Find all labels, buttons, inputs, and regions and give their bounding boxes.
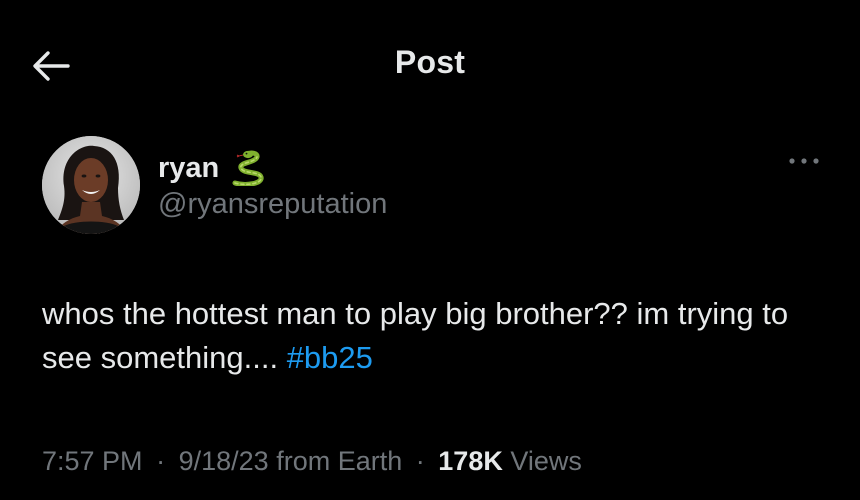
meta-separator: · (415, 446, 425, 476)
user-handle[interactable]: @ryansreputation (158, 188, 387, 221)
post-header: Post (0, 0, 860, 130)
hashtag-link[interactable]: #bb25 (287, 340, 373, 375)
more-options-button[interactable] (782, 146, 826, 176)
snake-emoji-icon (229, 150, 267, 187)
display-name[interactable]: ryan (158, 152, 219, 185)
views-count[interactable]: 178K (438, 446, 503, 476)
profile-photo (42, 136, 140, 234)
avatar[interactable] (42, 136, 140, 234)
views-label: Views (510, 446, 582, 476)
author-block: ryan @ryansreputation (42, 136, 822, 236)
tweet-metadata: 7:57 PM · 9/18/23 from Earth · 178K View… (42, 446, 582, 477)
page-title: Post (394, 44, 466, 80)
post-time[interactable]: 7:57 PM (42, 446, 143, 476)
ellipsis-icon (789, 158, 819, 164)
meta-separator: · (156, 446, 166, 476)
display-name-row: ryan (158, 150, 267, 187)
post-date[interactable]: 9/18/23 (179, 446, 269, 476)
post-location: from Earth (276, 446, 403, 476)
tweet-body: whos the hottest man to play big brother… (42, 296, 789, 375)
tweet-text: whos the hottest man to play big brother… (42, 292, 832, 380)
